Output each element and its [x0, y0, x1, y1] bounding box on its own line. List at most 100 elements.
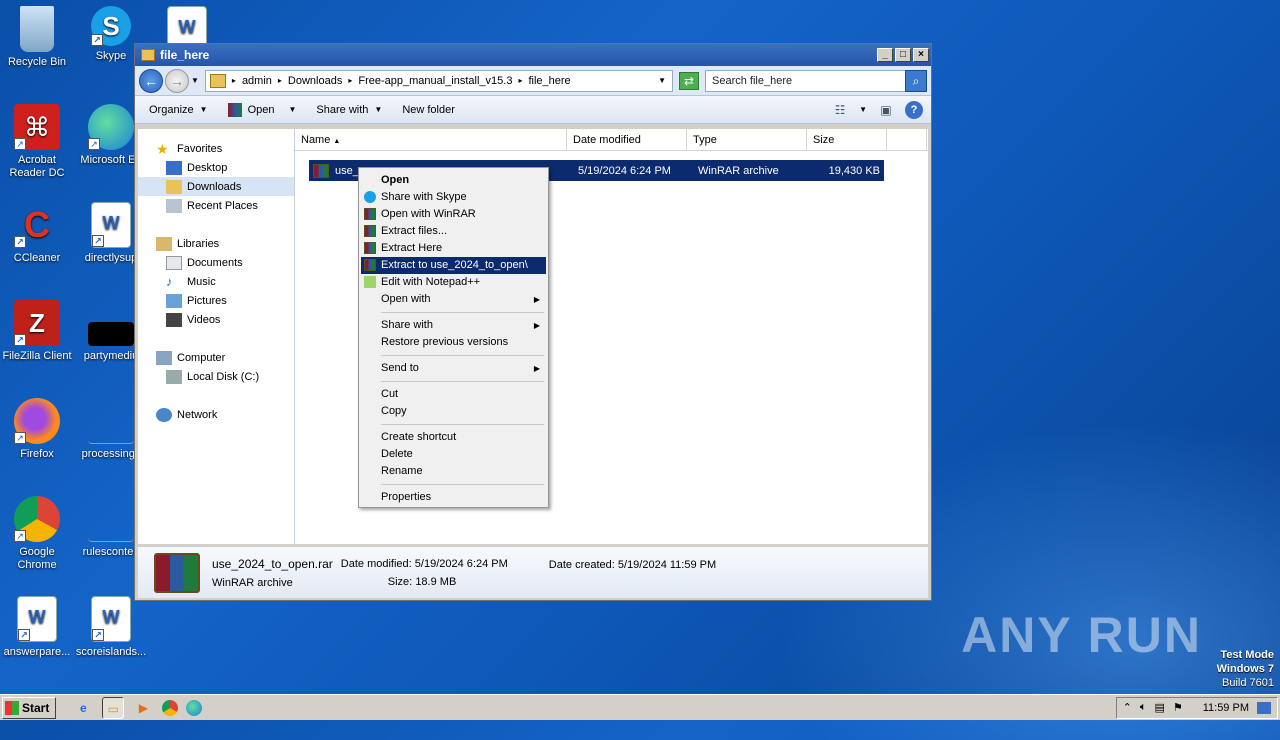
- desktop-icon-chrome[interactable]: ↗ Google Chrome: [0, 496, 74, 572]
- nav-documents[interactable]: Documents: [138, 253, 294, 272]
- minimize-button[interactable]: _: [877, 48, 893, 62]
- firefox-icon: ↗: [14, 398, 60, 444]
- organize-button[interactable]: Organize ▼: [141, 99, 216, 121]
- desktop-icon-filezilla[interactable]: Z ↗ FileZilla Client: [0, 300, 74, 362]
- nav-pictures[interactable]: Pictures: [138, 291, 294, 310]
- menu-open[interactable]: Open: [361, 172, 546, 189]
- back-button[interactable]: ←: [139, 68, 163, 93]
- show-desktop-icon[interactable]: [1257, 701, 1271, 714]
- chevron-down-icon[interactable]: ▼: [859, 105, 867, 114]
- desktop-icon-acrobat[interactable]: ⌘ ↗ Acrobat Reader DC: [0, 104, 74, 180]
- nav-downloads[interactable]: Downloads: [138, 177, 294, 196]
- nav-videos[interactable]: Videos: [138, 310, 294, 329]
- menu-open-winrar[interactable]: Open with WinRAR: [361, 206, 546, 223]
- nav-network[interactable]: Network: [138, 405, 294, 424]
- menu-label: Delete: [381, 448, 413, 460]
- internet-explorer-icon[interactable]: e: [72, 697, 94, 719]
- desktop-icon-label: Recycle Bin: [7, 56, 67, 68]
- breadcrumb-admin[interactable]: admin: [242, 75, 272, 87]
- menu-share-skype[interactable]: Share with Skype: [361, 189, 546, 206]
- nav-label: Music: [187, 275, 216, 288]
- chevron-right-icon[interactable]: ▸: [232, 76, 236, 85]
- test-mode-notice: Test Mode Windows 7 Build 7601: [1217, 648, 1274, 690]
- view-options-icon[interactable]: ☷: [829, 101, 851, 119]
- menu-cut[interactable]: Cut: [361, 386, 546, 403]
- menu-open-label: Open: [381, 174, 410, 186]
- title-bar[interactable]: file_here _ □ ×: [135, 44, 931, 66]
- forward-button[interactable]: →: [165, 68, 189, 93]
- nav-label: Favorites: [177, 142, 223, 155]
- desktop-icon-scoreislands[interactable]: W ↗ scoreislands...: [74, 596, 148, 658]
- nav-recent-places[interactable]: Recent Places: [138, 196, 294, 215]
- start-button[interactable]: Start: [2, 696, 57, 719]
- action-center-flag-icon[interactable]: ⚑: [1173, 701, 1183, 714]
- menu-create-shortcut[interactable]: Create shortcut: [361, 429, 546, 446]
- preview-pane-icon[interactable]: ▣: [875, 101, 897, 119]
- media-player-icon[interactable]: ▶: [132, 697, 154, 719]
- nav-local-disk[interactable]: Local Disk (C:): [138, 367, 294, 386]
- chevron-right-icon[interactable]: ▸: [518, 76, 522, 85]
- menu-open-with[interactable]: Open with ▶: [361, 291, 546, 308]
- menu-separator: [381, 355, 544, 356]
- anyrun-watermark: ANY RUN: [961, 607, 1202, 663]
- ccleaner-icon: C ↗: [14, 202, 60, 248]
- blank-file-icon: [88, 496, 134, 542]
- test-mode-line3: Build 7601: [1222, 677, 1274, 689]
- menu-edit-notepad[interactable]: Edit with Notepad++: [361, 274, 546, 291]
- word-document-icon: W ↗: [17, 596, 57, 642]
- desktop-icon-label: scoreislands...: [75, 646, 147, 658]
- breadcrumb-file-here[interactable]: file_here: [528, 75, 570, 87]
- desktop-icon-recycle-bin[interactable]: Recycle Bin: [0, 6, 74, 68]
- chevron-right-icon[interactable]: ▸: [348, 76, 352, 85]
- help-icon[interactable]: ?: [905, 100, 923, 119]
- breadcrumb-free-app[interactable]: Free-app_manual_install_v15.3: [358, 75, 512, 87]
- menu-delete[interactable]: Delete: [361, 446, 546, 463]
- nav-libraries[interactable]: Libraries: [138, 234, 294, 253]
- menu-properties[interactable]: Properties: [361, 489, 546, 506]
- chrome-icon[interactable]: [162, 699, 179, 716]
- nav-computer[interactable]: Computer: [138, 348, 294, 367]
- nav-music[interactable]: ♪ Music: [138, 272, 294, 291]
- refresh-button[interactable]: ⇄: [679, 71, 699, 90]
- nav-favorites[interactable]: ★ Favorites: [138, 139, 294, 158]
- file-explorer-icon[interactable]: ▭: [102, 696, 125, 719]
- menu-send-to[interactable]: Send to ▶: [361, 360, 546, 377]
- chevron-down-icon: ▼: [199, 104, 208, 114]
- search-icon[interactable]: ⌕: [905, 69, 927, 92]
- edge-icon[interactable]: [186, 699, 203, 716]
- search-input[interactable]: Search file_here ⌕: [705, 69, 927, 92]
- desktop-icon-firefox[interactable]: ↗ Firefox: [0, 398, 74, 460]
- open-button[interactable]: Open ▼: [220, 99, 305, 121]
- menu-restore-previous[interactable]: Restore previous versions: [361, 334, 546, 351]
- share-with-button[interactable]: Share with ▼: [308, 99, 390, 121]
- breadcrumb-downloads[interactable]: Downloads: [288, 75, 342, 87]
- menu-extract-here[interactable]: Extract Here: [361, 240, 546, 257]
- breadcrumb[interactable]: ▸ admin ▸ Downloads ▸ Free-app_manual_in…: [204, 69, 673, 92]
- close-button[interactable]: ×: [913, 48, 929, 62]
- menu-extract-to[interactable]: Extract to use_2024_to_open\: [361, 257, 546, 274]
- volume-icon[interactable]: 🔈︎: [1140, 701, 1147, 714]
- recent-pages-chevron-icon[interactable]: ▼: [191, 76, 199, 85]
- column-type[interactable]: Type: [687, 129, 807, 150]
- column-size[interactable]: Size: [807, 129, 887, 150]
- folder-icon: [209, 73, 226, 88]
- nav-label: Recent Places: [187, 199, 258, 212]
- menu-share-with[interactable]: Share with ▶: [361, 317, 546, 334]
- maximize-button[interactable]: □: [895, 48, 911, 62]
- nav-desktop[interactable]: Desktop: [138, 158, 294, 177]
- network-tray-icon[interactable]: ▤: [1154, 701, 1164, 714]
- desktop-icon-answerpare[interactable]: W ↗ answerpare...: [0, 596, 74, 658]
- clock[interactable]: 11:59 PM: [1203, 702, 1249, 714]
- column-date-modified[interactable]: Date modified: [567, 129, 687, 150]
- new-folder-button[interactable]: New folder: [394, 99, 463, 121]
- menu-copy[interactable]: Copy: [361, 403, 546, 420]
- tray-expand-icon[interactable]: ⌃: [1123, 701, 1132, 714]
- menu-label: Extract to use_2024_to_open\: [381, 259, 528, 271]
- address-dropdown-icon[interactable]: ▼: [658, 76, 666, 85]
- menu-label: Edit with Notepad++: [381, 276, 481, 288]
- chevron-right-icon[interactable]: ▸: [278, 76, 282, 85]
- desktop-icon-ccleaner[interactable]: C ↗ CCleaner: [0, 202, 74, 264]
- column-name[interactable]: Name ▲: [295, 129, 567, 150]
- menu-extract-files[interactable]: Extract files...: [361, 223, 546, 240]
- menu-rename[interactable]: Rename: [361, 463, 546, 480]
